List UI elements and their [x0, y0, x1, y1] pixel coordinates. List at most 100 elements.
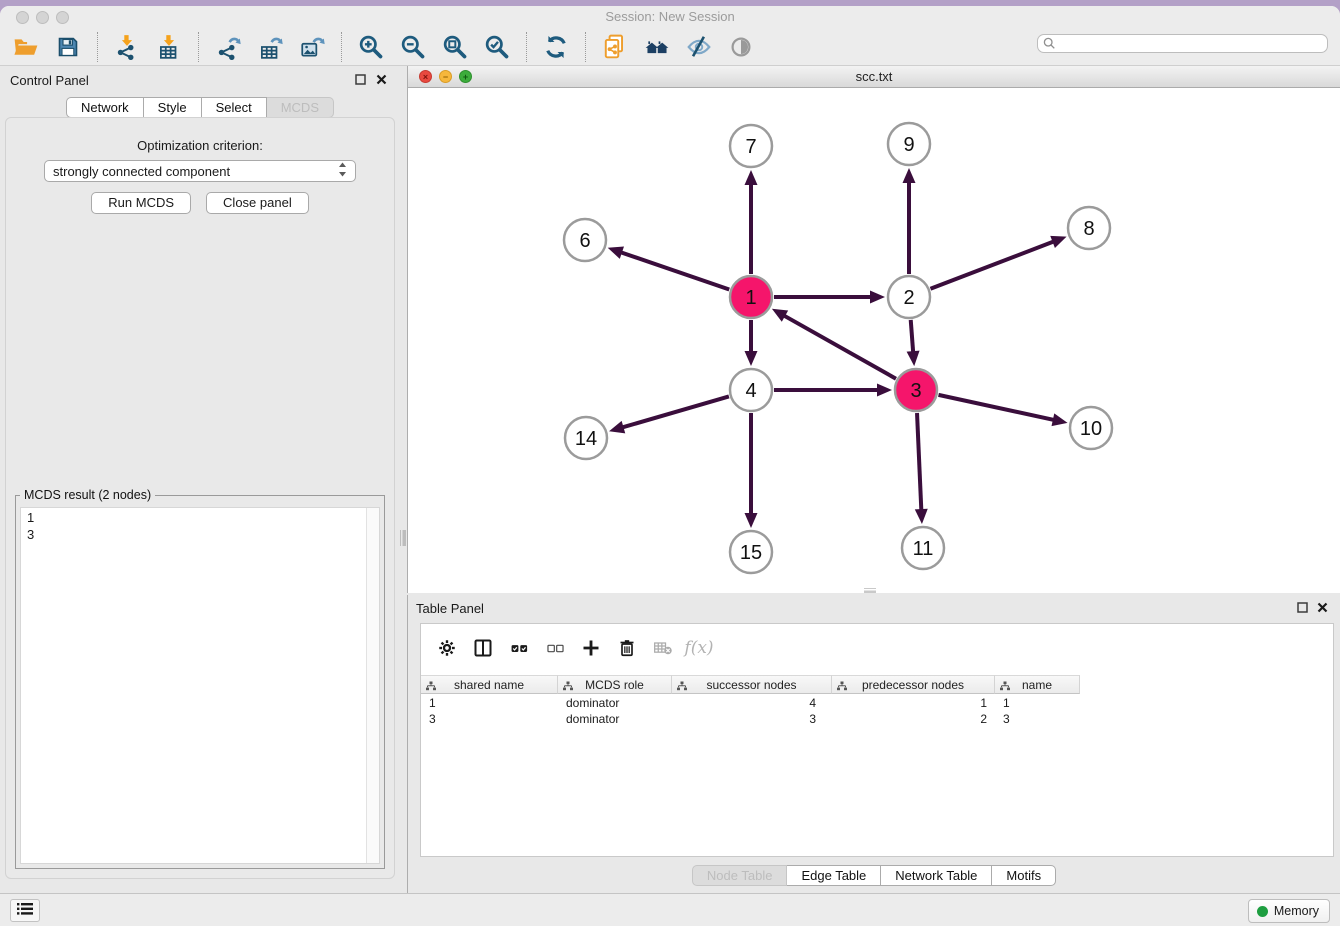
- search-field: [1037, 34, 1328, 53]
- splitter-grip[interactable]: [400, 530, 406, 546]
- edge-arrowhead: [745, 351, 758, 366]
- sort-icon: [1000, 680, 1010, 694]
- graph-edge-1-6[interactable]: [618, 251, 729, 289]
- network-window-title: scc.txt: [408, 69, 1340, 84]
- list-icon: [17, 902, 33, 919]
- column-header-predecessor-nodes[interactable]: predecessor nodes: [832, 675, 995, 694]
- zoom-out-icon[interactable]: [395, 30, 431, 64]
- unselect-all-columns-icon[interactable]: [537, 633, 573, 663]
- first-neighbors-icon[interactable]: [639, 30, 675, 64]
- zoom-fit-icon[interactable]: [437, 30, 473, 64]
- table-rows: 1dominator4113dominator323: [421, 695, 1333, 727]
- svg-text:15: 15: [740, 542, 762, 564]
- criterion-value: strongly connected component: [53, 164, 230, 179]
- table-close-icon[interactable]: [1317, 602, 1328, 613]
- select-all-columns-icon[interactable]: [501, 633, 537, 663]
- svg-text:11: 11: [913, 538, 934, 560]
- graph-node-2[interactable]: 2: [888, 276, 930, 318]
- tab-network[interactable]: Network: [66, 97, 144, 118]
- export-network-icon[interactable]: [210, 30, 246, 64]
- table-panel: Table Panel f(x) shared nameMCDS rolesuc…: [407, 595, 1340, 893]
- tab-edge-table[interactable]: Edge Table: [787, 865, 881, 886]
- app-window: Session: New Session Control Panel Net: [0, 6, 1340, 926]
- clone-network-icon[interactable]: [597, 30, 633, 64]
- table-cell: dominator: [558, 695, 672, 711]
- canvas-grip[interactable]: [864, 588, 876, 593]
- float-panel-icon[interactable]: [355, 74, 366, 85]
- table-cell: 3: [995, 711, 1080, 727]
- graph-node-10[interactable]: 10: [1070, 407, 1112, 449]
- delete-column-icon[interactable]: [609, 633, 645, 663]
- tab-network-table[interactable]: Network Table: [881, 865, 992, 886]
- edge-arrowhead: [745, 513, 758, 528]
- import-table-icon[interactable]: [151, 30, 187, 64]
- edge-arrowhead: [877, 384, 892, 397]
- show-all-icon[interactable]: [723, 30, 759, 64]
- tab-select[interactable]: Select: [202, 97, 267, 118]
- export-image-icon[interactable]: [294, 30, 330, 64]
- toolbar-separator: [97, 32, 98, 62]
- gear-icon[interactable]: [429, 633, 465, 663]
- run-mcds-button[interactable]: Run MCDS: [91, 192, 191, 214]
- search-icon: [1043, 37, 1056, 53]
- graph-node-3[interactable]: 3: [895, 369, 937, 411]
- refresh-layout-icon[interactable]: [538, 30, 574, 64]
- graph-edge-3-11[interactable]: [917, 413, 921, 513]
- import-network-icon[interactable]: [109, 30, 145, 64]
- columns-icon[interactable]: [465, 633, 501, 663]
- tab-motifs[interactable]: Motifs: [992, 865, 1056, 886]
- mcds-result-line: 3: [27, 526, 359, 543]
- graph-node-4[interactable]: 4: [730, 369, 772, 411]
- tab-node-table[interactable]: Node Table: [692, 865, 788, 886]
- mcds-result-area[interactable]: 13: [20, 507, 380, 864]
- graph-edge-3-10[interactable]: [938, 395, 1056, 421]
- window-title: Session: New Session: [0, 9, 1340, 24]
- svg-text:4: 4: [745, 380, 756, 402]
- zoom-in-icon[interactable]: [353, 30, 389, 64]
- save-session-icon[interactable]: [50, 30, 86, 64]
- graph-node-1[interactable]: 1: [730, 276, 772, 318]
- graph-node-7[interactable]: 7: [730, 125, 772, 167]
- table-panel-title: Table Panel: [416, 601, 484, 616]
- graph-node-11[interactable]: 11: [902, 527, 944, 569]
- column-header-MCDS-role[interactable]: MCDS role: [558, 675, 672, 694]
- graph-node-15[interactable]: 15: [730, 531, 772, 573]
- criterion-select[interactable]: strongly connected component: [44, 160, 356, 182]
- zoom-selected-icon[interactable]: [479, 30, 515, 64]
- memory-button[interactable]: Memory: [1248, 899, 1330, 923]
- export-table-icon[interactable]: [252, 30, 288, 64]
- search-input[interactable]: [1037, 34, 1328, 53]
- open-session-icon[interactable]: [8, 30, 44, 64]
- graph-node-14[interactable]: 14: [565, 417, 607, 459]
- graph-node-6[interactable]: 6: [564, 219, 606, 261]
- column-header-name[interactable]: name: [995, 675, 1080, 694]
- select-stepper-icon: [338, 162, 347, 180]
- graph-node-8[interactable]: 8: [1068, 207, 1110, 249]
- table-cell: 2: [832, 711, 995, 727]
- column-label: name: [1022, 678, 1052, 692]
- graph-node-9[interactable]: 9: [888, 123, 930, 165]
- create-column-icon[interactable]: [573, 633, 609, 663]
- tab-mcds[interactable]: MCDS: [267, 97, 334, 118]
- task-history-button[interactable]: [10, 899, 40, 922]
- tab-style[interactable]: Style: [144, 97, 202, 118]
- table-row[interactable]: 3dominator323: [421, 711, 1333, 727]
- window-titlebar: Session: New Session: [0, 6, 1340, 28]
- table-row[interactable]: 1dominator411: [421, 695, 1333, 711]
- column-header-shared-name[interactable]: shared name: [421, 675, 558, 694]
- graph-edge-2-8[interactable]: [930, 241, 1056, 289]
- graph-edge-3-1[interactable]: [781, 314, 895, 379]
- hide-selected-icon[interactable]: [681, 30, 717, 64]
- close-panel-icon[interactable]: [376, 74, 387, 85]
- close-panel-button[interactable]: Close panel: [206, 192, 309, 214]
- graph-edge-4-14[interactable]: [620, 396, 729, 428]
- graph-edge-2-3[interactable]: [911, 320, 914, 355]
- sort-icon: [563, 680, 573, 694]
- column-header-successor-nodes[interactable]: successor nodes: [672, 675, 832, 694]
- network-canvas[interactable]: 7 9 6 8 1 2 4 3 14 10 15 11: [408, 88, 1340, 593]
- toolbar-separator: [526, 32, 527, 62]
- svg-text:1: 1: [745, 287, 756, 309]
- result-scrollbar[interactable]: [366, 508, 379, 863]
- table-cell: 1: [421, 695, 558, 711]
- table-float-icon[interactable]: [1297, 602, 1308, 613]
